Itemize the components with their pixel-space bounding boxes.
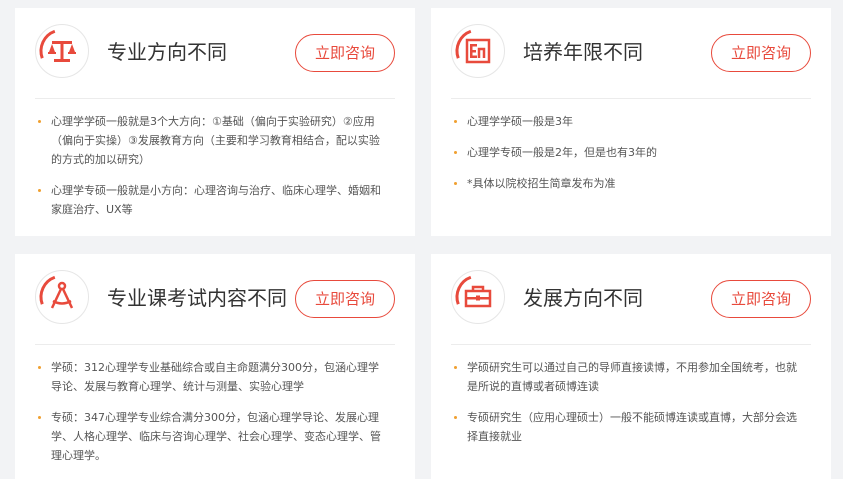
consult-button[interactable]: 立即咨询 [295, 280, 395, 318]
card-exam-content: 专业课考试内容不同 立即咨询 学硕：312心理学专业基础综合或自主命题满分300… [15, 254, 415, 479]
divider [35, 344, 395, 345]
card-career-direction: 发展方向不同 立即咨询 学硕研究生可以通过自己的导师直接读博，不用参加全国统考，… [431, 254, 831, 479]
card-title: 培养年限不同 [523, 40, 643, 64]
icon-badge [35, 24, 89, 78]
compass-icon [39, 275, 74, 309]
card-title: 发展方向不同 [523, 286, 643, 310]
info-list: 学硕研究生可以通过自己的导师直接读博，不用参加全国统考，也就是所说的直博或者硕博… [451, 358, 805, 458]
scale-icon [39, 29, 76, 62]
consult-button[interactable]: 立即咨询 [711, 280, 811, 318]
list-item: 心理学学硕一般就是3个大方向：①基础（偏向于实验研究）②应用（偏向于实操）③发展… [35, 112, 389, 169]
divider [35, 98, 395, 99]
list-item: 学硕：312心理学专业基础综合或自主命题满分300分，包涵心理学导论、发展与教育… [35, 358, 389, 396]
info-list: 心理学学硕一般就是3个大方向：①基础（偏向于实验研究）②应用（偏向于实操）③发展… [35, 112, 389, 231]
info-list: 心理学学硕一般是3年 心理学专硕一般是2年，但是也有3年的 *具体以院校招生简章… [451, 112, 805, 205]
briefcase-icon [455, 275, 492, 308]
calendar-icon [455, 29, 491, 64]
list-item: 专硕：347心理学专业综合满分300分，包涵心理学导论、发展心理学、人格心理学、… [35, 408, 389, 465]
card-title: 专业课考试内容不同 [107, 286, 287, 310]
card-study-years: 培养年限不同 立即咨询 心理学学硕一般是3年 心理学专硕一般是2年，但是也有3年… [431, 8, 831, 236]
consult-button[interactable]: 立即咨询 [711, 34, 811, 72]
divider [451, 344, 811, 345]
icon-badge [35, 270, 89, 324]
info-list: 学硕：312心理学专业基础综合或自主命题满分300分，包涵心理学导论、发展与教育… [35, 358, 389, 477]
list-item: 专硕研究生（应用心理硕士）一般不能硕博连读或直博，大部分会选择直接就业 [451, 408, 805, 446]
list-item: *具体以院校招生简章发布为准 [451, 174, 805, 193]
card-major-direction: 专业方向不同 立即咨询 心理学学硕一般就是3个大方向：①基础（偏向于实验研究）②… [15, 8, 415, 236]
card-title: 专业方向不同 [107, 40, 227, 64]
list-item: 心理学专硕一般是2年，但是也有3年的 [451, 143, 805, 162]
divider [451, 98, 811, 99]
list-item: 学硕研究生可以通过自己的导师直接读博，不用参加全国统考，也就是所说的直博或者硕博… [451, 358, 805, 396]
icon-badge [451, 270, 505, 324]
icon-badge [451, 24, 505, 78]
list-item: 心理学专硕一般就是小方向：心理咨询与治疗、临床心理学、婚姻和家庭治疗、UX等 [35, 181, 389, 219]
list-item: 心理学学硕一般是3年 [451, 112, 805, 131]
consult-button[interactable]: 立即咨询 [295, 34, 395, 72]
